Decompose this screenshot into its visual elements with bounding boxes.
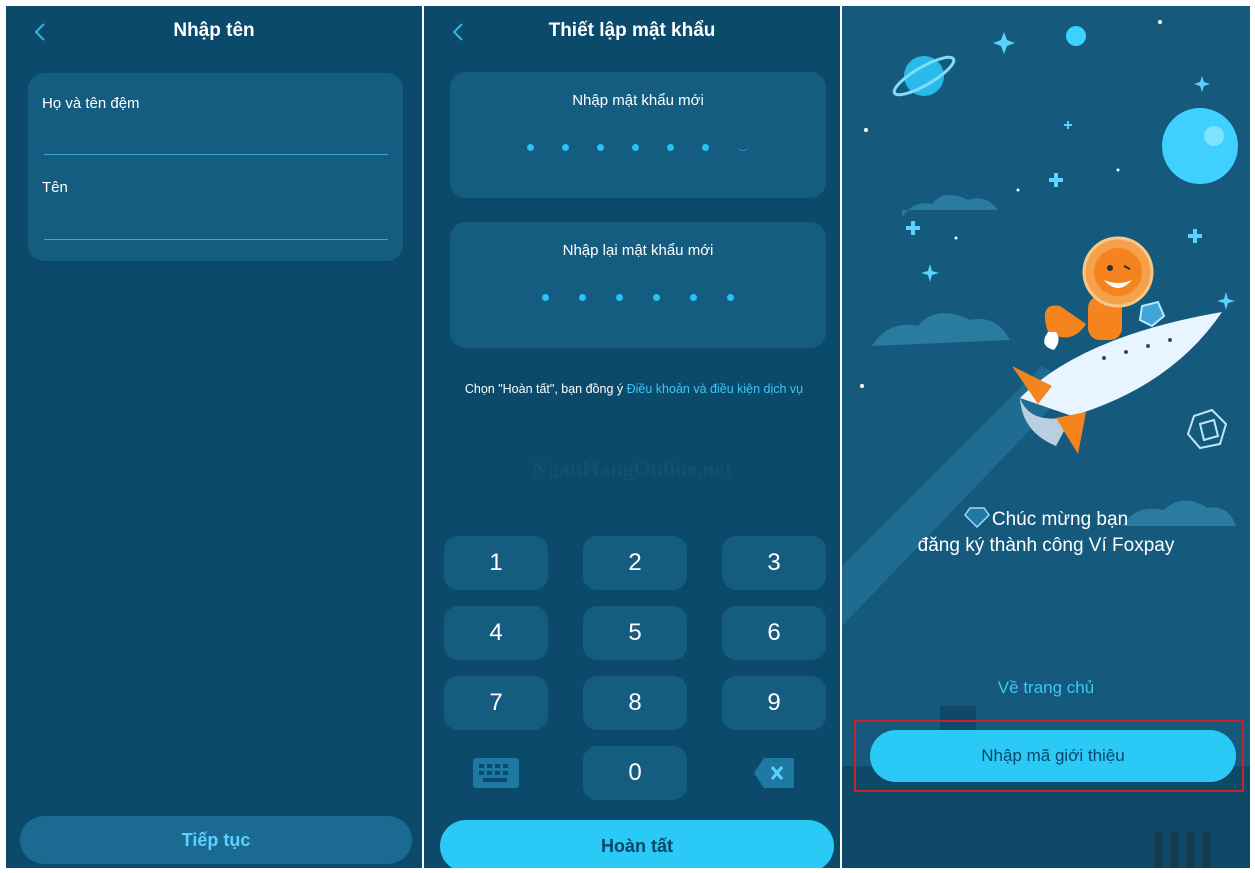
keypad-key-1[interactable]: 1: [444, 536, 548, 590]
keypad-key-5[interactable]: 5: [583, 606, 687, 660]
pin-dot: [562, 144, 569, 151]
pin-dot: [690, 294, 697, 301]
terms-link[interactable]: Điều khoản và điều kiện dịch vụ: [627, 382, 804, 396]
backspace-button[interactable]: [722, 746, 826, 800]
keypad-key-0[interactable]: 0: [583, 746, 687, 800]
pin-dot-empty: [737, 145, 749, 151]
pin-dot: [727, 294, 734, 301]
continue-button[interactable]: Tiếp tục: [20, 816, 412, 864]
keypad-key-4[interactable]: 4: [444, 606, 548, 660]
name-entry-screen: Nhập tên Họ và tên đệm Tên Tiếp tục: [6, 6, 422, 868]
keypad-key-2[interactable]: 2: [583, 536, 687, 590]
app-frame: Nhập tên Họ và tên đệm Tên Tiếp tục Thiế…: [6, 6, 1250, 868]
pin-dot: [667, 144, 674, 151]
pin-dot: [702, 144, 709, 151]
confirm-password-dots: [450, 294, 826, 301]
keypad-key-3[interactable]: 3: [722, 536, 826, 590]
registration-success-screen: Chúc mừng bạn đăng ký thành công Ví Foxp…: [842, 6, 1250, 868]
first-name-underline: [44, 239, 388, 240]
page-title: Thiết lập mật khẩu: [548, 20, 716, 41]
page-title: Nhập tên: [173, 20, 255, 41]
pin-dot: [597, 144, 604, 151]
name-form-card: Họ và tên đệm Tên: [28, 73, 403, 261]
done-button[interactable]: Hoàn tất: [440, 820, 834, 868]
terms-notice: Chọn "Hoàn tất", bạn đồng ý Điều khoản v…: [444, 382, 824, 396]
new-password-label: Nhập mật khẩu mới: [572, 92, 704, 109]
header: Nhập tên: [6, 6, 422, 58]
terms-prefix: Chọn "Hoàn tất", bạn đồng ý: [464, 382, 624, 396]
pin-dot: [616, 294, 623, 301]
pin-dot: [579, 294, 586, 301]
first-name-input[interactable]: [44, 201, 388, 235]
keypad-key-8[interactable]: 8: [583, 676, 687, 730]
keyboard-icon: [473, 758, 519, 788]
confirm-password-card[interactable]: Nhập lại mật khẩu mới: [450, 222, 826, 348]
keypad-key-6[interactable]: 6: [722, 606, 826, 660]
success-message-line-2: đăng ký thành công Ví Foxpay: [917, 535, 1175, 556]
success-message-line-1: Chúc mừng bạn: [991, 509, 1129, 530]
keypad-key-9[interactable]: 9: [722, 676, 826, 730]
pin-dot: [632, 144, 639, 151]
keypad-key-7[interactable]: 7: [444, 676, 548, 730]
new-password-card[interactable]: Nhập mật khẩu mới: [450, 72, 826, 198]
middle-name-underline: [44, 154, 388, 155]
confirm-password-label: Nhập lại mật khẩu mới: [562, 242, 714, 259]
pin-dot: [542, 294, 549, 301]
ringed-planet-icon: [892, 55, 956, 97]
pin-dot: [527, 144, 534, 151]
watermark: NganHangOnline.net: [532, 456, 732, 481]
home-link[interactable]: Về trang chủ: [842, 678, 1250, 698]
backspace-icon: [754, 758, 794, 788]
new-password-dots: [450, 144, 826, 151]
success-message: Chúc mừng bạn đăng ký thành công Ví Foxp…: [842, 506, 1250, 559]
middle-name-label: Họ và tên đệm: [42, 95, 140, 112]
referral-code-button[interactable]: Nhập mã giới thiệu: [870, 730, 1236, 782]
header: Thiết lập mật khẩu: [424, 6, 840, 58]
middle-name-input[interactable]: [44, 117, 388, 151]
keyboard-toggle-button[interactable]: [444, 746, 548, 800]
gem-icon: [963, 507, 990, 528]
first-name-label: Tên: [42, 179, 68, 196]
pin-dot: [653, 294, 660, 301]
password-setup-screen: Thiết lập mật khẩu Nhập mật khẩu mới Nhậ…: [424, 6, 840, 868]
